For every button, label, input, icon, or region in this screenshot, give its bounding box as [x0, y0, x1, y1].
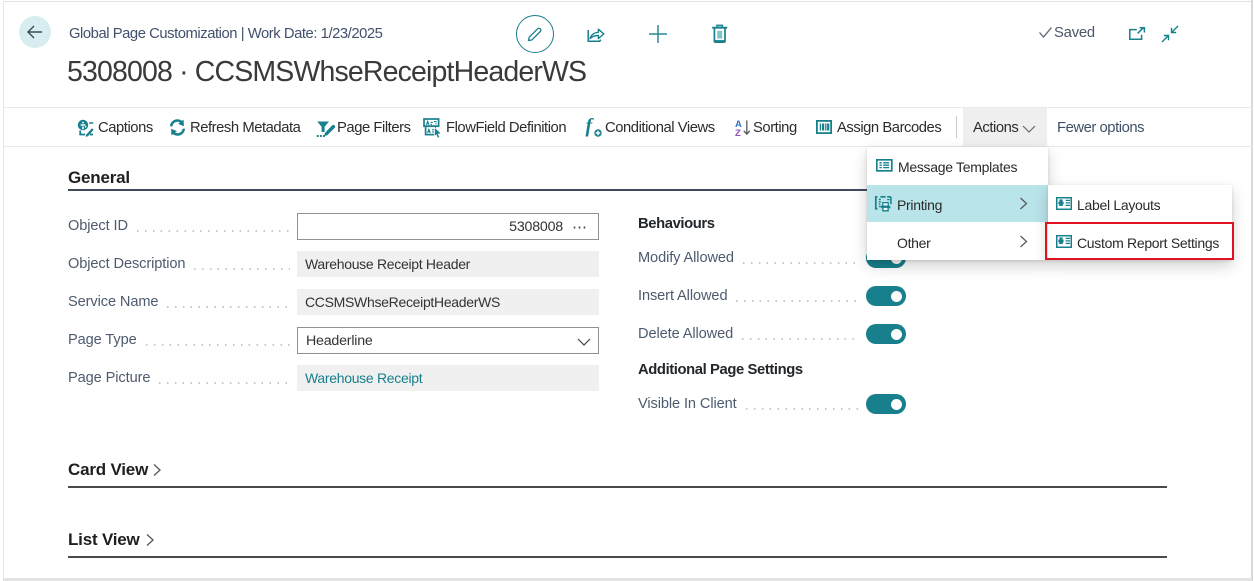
svg-text:Z: Z — [735, 128, 741, 137]
svg-text:f: f — [586, 117, 595, 137]
